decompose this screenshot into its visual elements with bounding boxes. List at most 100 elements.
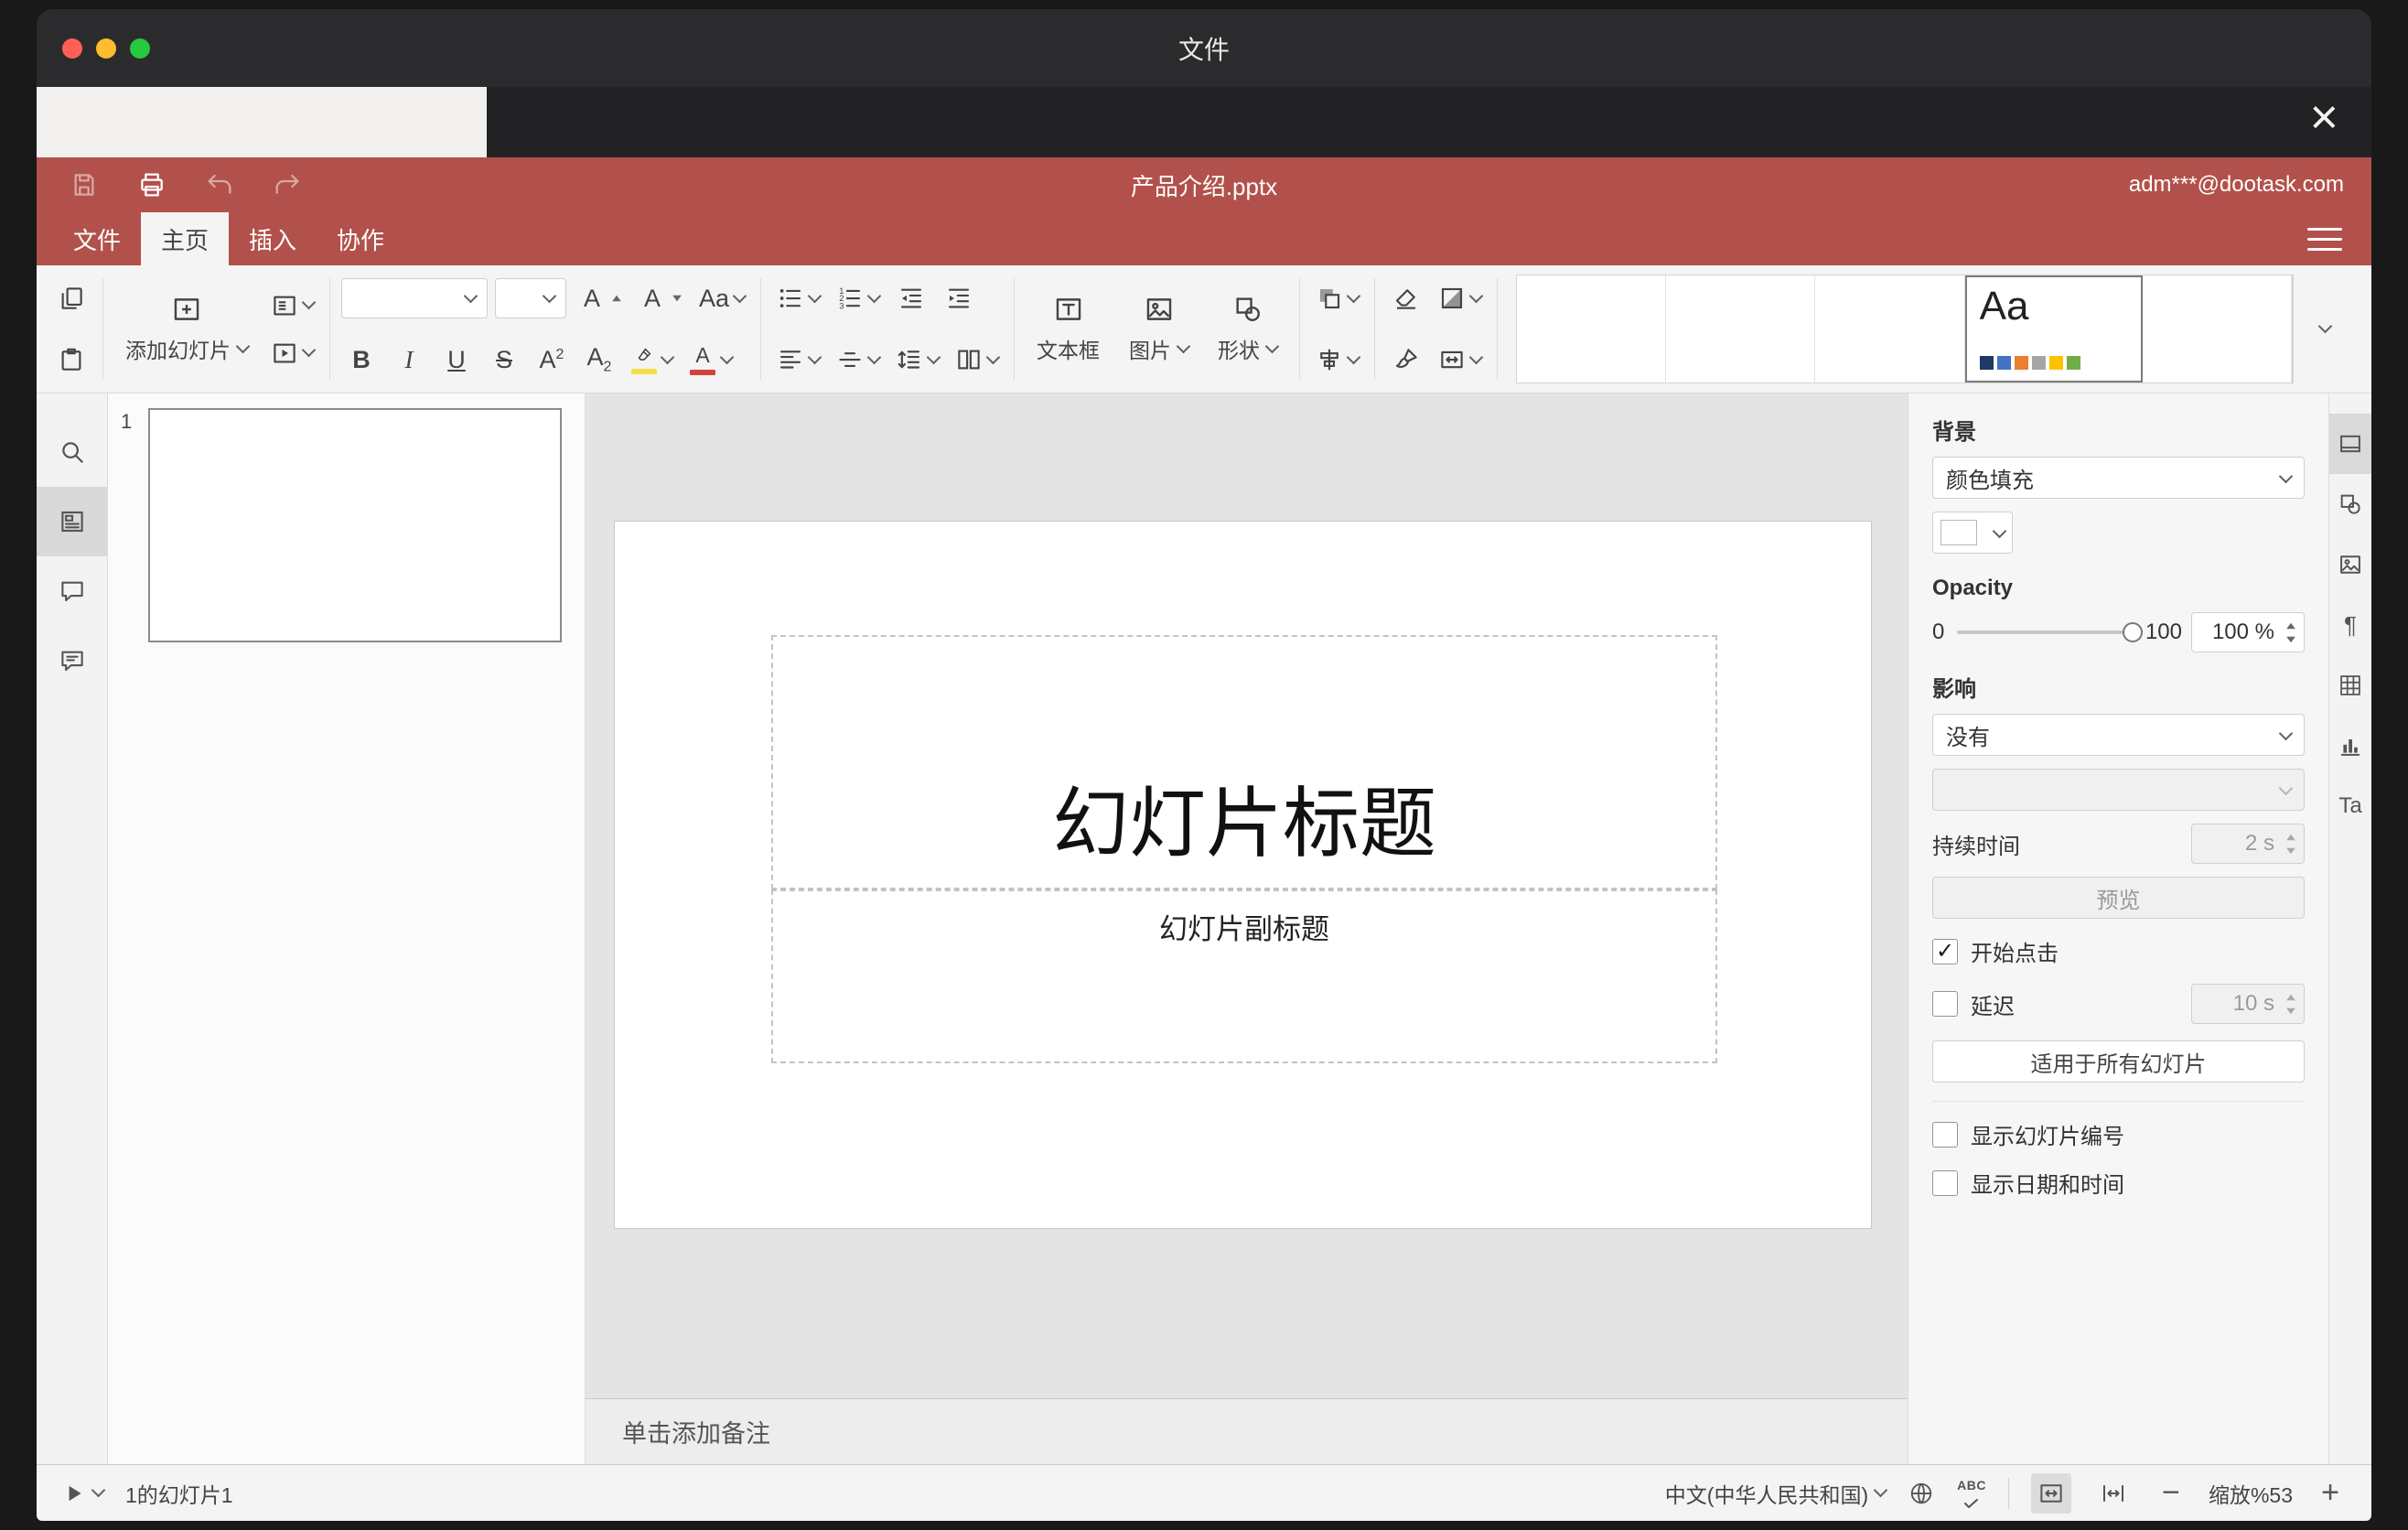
font-group: A A Aa B I U S A2 A2 A (341, 275, 749, 383)
chat-icon[interactable] (37, 626, 107, 695)
effect-select[interactable]: 没有 (1932, 714, 2305, 756)
menu-icon[interactable] (2307, 221, 2342, 258)
search-icon[interactable] (37, 417, 107, 487)
underline-button[interactable]: U (436, 336, 477, 383)
add-slide-button[interactable]: 添加幻灯片 (114, 294, 259, 364)
increase-font-button[interactable]: A (574, 275, 627, 322)
zoom-out-button[interactable]: − (2155, 1475, 2187, 1511)
tab-collaboration[interactable]: 协作 (317, 212, 404, 265)
show-date-time-checkbox[interactable] (1932, 1169, 1958, 1196)
tab-insert[interactable]: 插入 (229, 212, 317, 265)
highlight-color-button[interactable] (627, 336, 677, 383)
columns-button[interactable] (951, 336, 1003, 383)
subtitle-placeholder[interactable]: 幻灯片副标题 (771, 889, 1717, 1063)
chart-settings-icon[interactable] (2329, 716, 2371, 776)
slide-canvas[interactable]: 幻灯片标题 幻灯片副标题 (586, 393, 1908, 1398)
apply-to-all-button[interactable]: 适用于所有幻灯片 (1932, 1040, 2305, 1083)
right-icon-strip: ¶ Ta (2328, 393, 2371, 1464)
italic-button[interactable]: I (389, 336, 429, 383)
undo-icon[interactable] (199, 165, 240, 205)
spellcheck-icon[interactable]: ABC (1957, 1479, 1986, 1508)
theme-option[interactable] (1815, 275, 1965, 382)
shape-fill-button[interactable] (1434, 275, 1486, 322)
insert-shape-button[interactable]: 形状 (1207, 294, 1288, 364)
numbered-list-button[interactable]: 123 (832, 275, 884, 322)
slide-thumbnail[interactable] (148, 408, 562, 642)
title-placeholder[interactable]: 幻灯片标题 (771, 635, 1717, 889)
decrease-indent-icon[interactable] (891, 275, 931, 322)
image-settings-icon[interactable] (2329, 534, 2371, 595)
fit-to-slide-icon[interactable] (2030, 1472, 2071, 1514)
font-name-combo[interactable] (341, 278, 488, 318)
bullet-list-button[interactable] (772, 275, 824, 322)
vertical-align-button[interactable] (832, 336, 884, 383)
line-spacing-button[interactable] (891, 336, 943, 383)
tab-home[interactable]: 主页 (141, 212, 230, 265)
fill-type-select[interactable]: 颜色填充 (1932, 457, 2305, 499)
insert-textbox-button[interactable]: 文本框 (1026, 294, 1111, 364)
copy-style-icon[interactable] (1386, 336, 1426, 383)
theme-option-selected[interactable]: Aa (1964, 275, 2143, 382)
slide-layout-button[interactable] (266, 282, 318, 329)
fill-color-select[interactable] (1932, 512, 2013, 554)
chevron-down-icon (1346, 288, 1361, 303)
chevron-down-icon (2317, 318, 2333, 334)
theme-option[interactable] (1666, 275, 1816, 382)
copy-icon[interactable] (51, 275, 91, 322)
slide-settings-icon[interactable] (2329, 414, 2371, 474)
opacity-min: 0 (1932, 620, 1945, 644)
paragraph-settings-icon[interactable]: ¶ (2329, 595, 2371, 655)
table-settings-icon[interactable] (2329, 655, 2371, 716)
opacity-slider[interactable] (1957, 622, 2143, 642)
align-objects-button[interactable] (1311, 336, 1363, 383)
paragraph-group: 123 (772, 275, 1003, 383)
font-color-button[interactable]: A (684, 336, 736, 383)
theme-option[interactable] (2142, 275, 2292, 382)
font-size-combo[interactable] (495, 278, 566, 318)
arrange-objects-button[interactable] (1311, 275, 1363, 322)
increase-indent-icon[interactable] (939, 275, 979, 322)
spinner-down-icon[interactable] (2286, 636, 2295, 642)
notes-input[interactable]: 单击添加备注 (586, 1398, 1908, 1464)
clear-style-icon[interactable] (1386, 275, 1426, 322)
superscript-button[interactable]: A2 (532, 336, 572, 383)
maximize-traffic-light[interactable] (130, 38, 150, 59)
shape-settings-icon[interactable] (2329, 474, 2371, 534)
language-select[interactable]: 中文(中华人民共和国) (1665, 1478, 1888, 1509)
slider-thumb[interactable] (2122, 622, 2143, 642)
strikethrough-button[interactable]: S (484, 336, 524, 383)
spinner-up-icon[interactable] (2286, 622, 2295, 629)
document-language-icon[interactable] (1908, 1480, 1935, 1507)
close-traffic-light[interactable] (62, 38, 82, 59)
theme-gallery-expand-button[interactable] (2293, 275, 2357, 383)
slides-panel-icon[interactable] (37, 487, 107, 556)
zoom-in-button[interactable]: + (2315, 1475, 2346, 1511)
tab-file[interactable]: 文件 (53, 212, 141, 265)
start-preview-button[interactable] (62, 1482, 106, 1505)
slide[interactable]: 幻灯片标题 幻灯片副标题 (615, 522, 1871, 1228)
comments-icon[interactable] (37, 556, 107, 626)
redo-icon[interactable] (267, 165, 307, 205)
left-icon-strip (37, 393, 108, 1464)
minimize-traffic-light[interactable] (96, 38, 116, 59)
start-slideshow-button[interactable] (266, 329, 318, 377)
subscript-button[interactable]: A2 (579, 336, 619, 383)
start-on-click-checkbox[interactable]: ✓ (1932, 938, 1958, 964)
delay-checkbox[interactable] (1932, 991, 1958, 1017)
slide-size-button[interactable] (1434, 336, 1486, 383)
insert-image-button[interactable]: 图片 (1118, 294, 1199, 364)
overlay-strip: × (37, 87, 2371, 157)
fit-to-width-icon[interactable] (2093, 1473, 2134, 1514)
horizontal-align-button[interactable] (772, 336, 824, 383)
textart-settings-icon[interactable]: Ta (2329, 776, 2371, 836)
decrease-font-button[interactable]: A (634, 275, 687, 322)
print-icon[interactable] (132, 165, 172, 205)
theme-option[interactable] (1517, 275, 1667, 382)
show-slide-number-checkbox[interactable] (1932, 1121, 1958, 1148)
close-icon[interactable]: × (2309, 92, 2338, 142)
opacity-spinner[interactable]: 100 % (2191, 612, 2305, 652)
save-icon[interactable] (64, 165, 104, 205)
paste-icon[interactable] (51, 336, 91, 383)
change-case-button[interactable]: Aa (694, 275, 749, 322)
bold-button[interactable]: B (341, 336, 382, 383)
